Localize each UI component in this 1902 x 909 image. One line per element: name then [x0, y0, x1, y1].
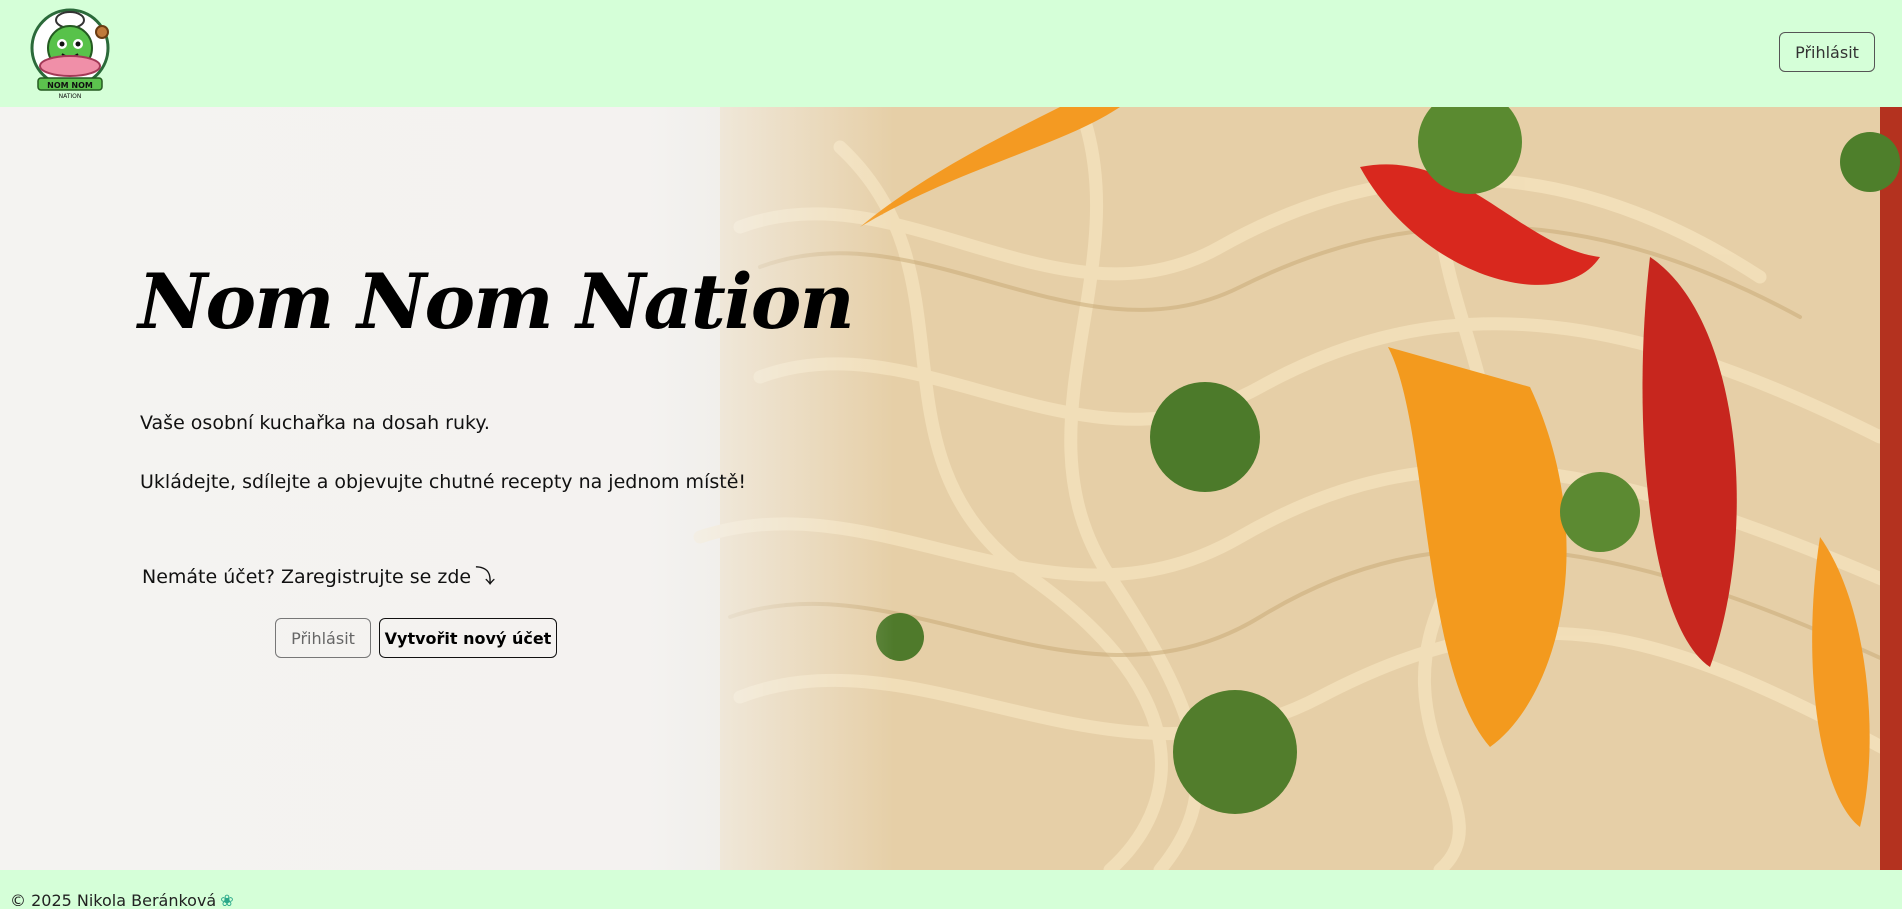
svg-text:NOM NOM: NOM NOM — [47, 81, 93, 90]
hero-subtitle-2: Ukládejte, sdílejte a objevujte chutné r… — [140, 471, 746, 493]
login-button[interactable]: Přihlásit — [275, 618, 371, 658]
create-account-button[interactable]: Vytvořit nový účet — [379, 618, 557, 658]
hero-section: Nom Nom Nation Vaše osobní kuchařka na d… — [0, 107, 1902, 870]
header-login-button[interactable]: Přihlásit — [1779, 32, 1875, 72]
hero-subtitle-1: Vaše osobní kuchařka na dosah ruky. — [140, 412, 490, 434]
footer-copyright: © 2025 Nikola Beránková ❀ — [10, 891, 234, 909]
logo[interactable]: NOM NOM NATION — [28, 8, 112, 100]
register-prompt: Nemáte účet? Zaregistrujte se zde ⤵ — [142, 560, 495, 589]
logo-icon: NOM NOM NATION — [30, 8, 110, 100]
footer-copyright-text: © 2025 Nikola Beránková — [10, 891, 217, 909]
register-prompt-text: Nemáte účet? Zaregistrujte se zde — [142, 566, 472, 588]
curved-arrow-down-icon: ⤵ — [475, 564, 496, 588]
svg-text:NATION: NATION — [59, 93, 82, 100]
hero-title: Nom Nom Nation — [138, 257, 855, 346]
site-header: NOM NOM NATION Přihlásit — [0, 0, 1902, 107]
site-footer: © 2025 Nikola Beránková ❀ — [0, 870, 1902, 909]
lotus-icon: ❀ — [220, 891, 234, 909]
